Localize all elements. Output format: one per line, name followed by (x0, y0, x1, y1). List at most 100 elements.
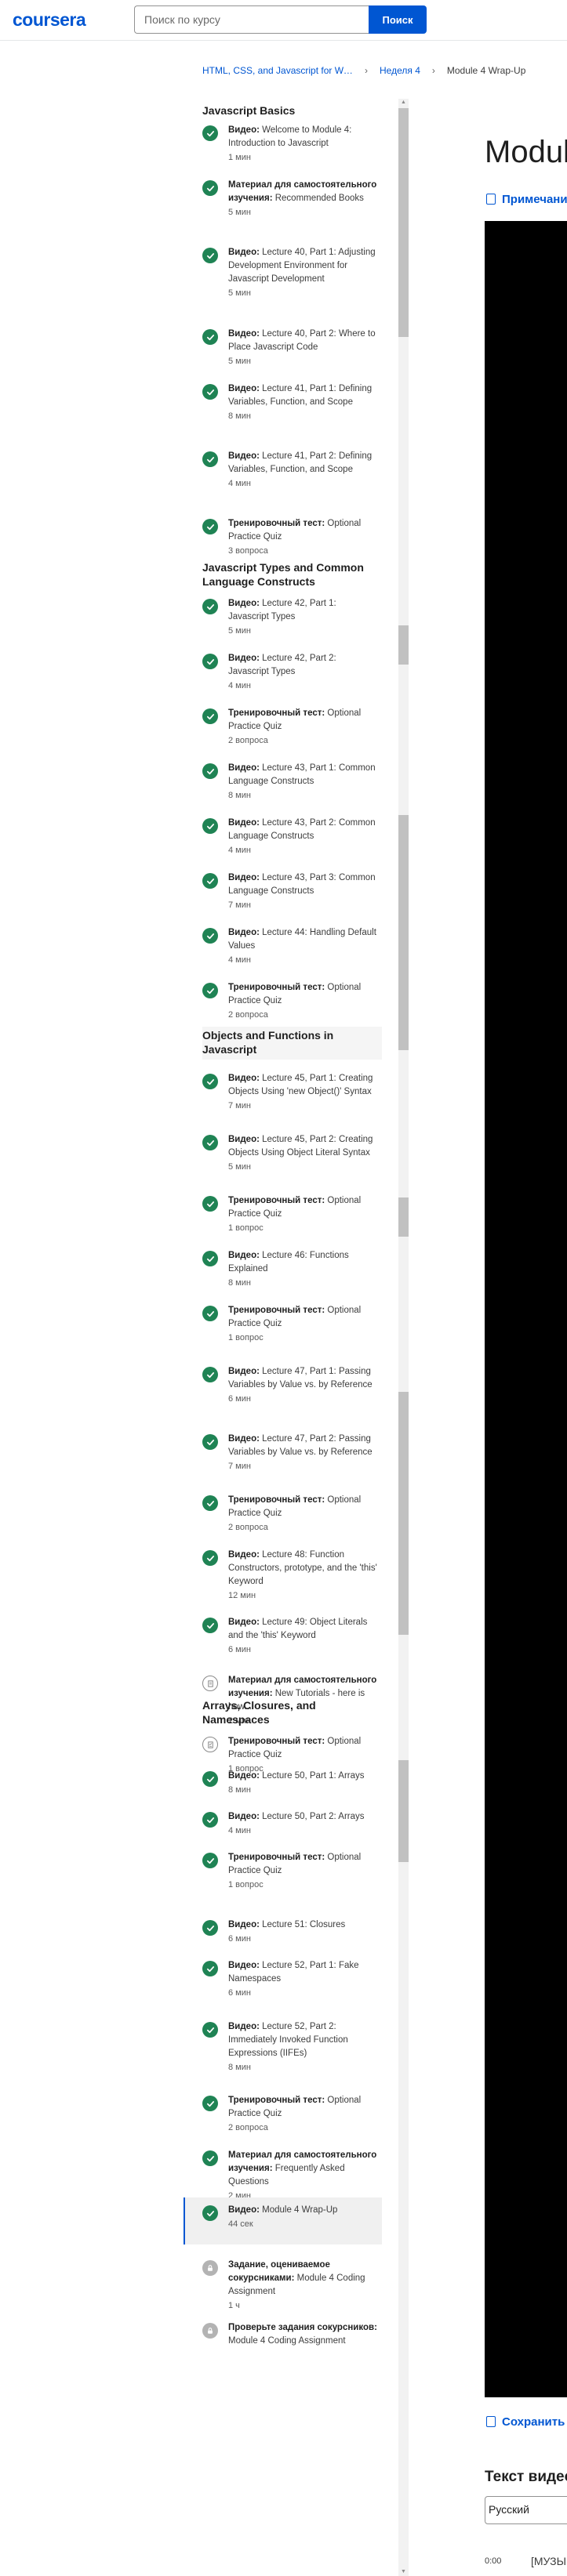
check-circle-icon (202, 1306, 218, 1321)
sidebar-item[interactable]: Видео: Lecture 50, Part 1: Arrays 8 мин (184, 1770, 382, 1809)
item-type: Видео: (228, 329, 260, 339)
scrollbar-thumb[interactable] (398, 625, 409, 665)
sidebar-item[interactable]: Материал для самостоятельного изучения: … (184, 179, 382, 218)
check-circle-icon (202, 1853, 218, 1868)
transcript-title: Текст видео (485, 2469, 567, 2485)
coursera-logo[interactable]: coursera (13, 9, 86, 31)
item-duration: 1 вопрос (228, 1880, 264, 1889)
sidebar-item[interactable]: Тренировочный тест: Optional Practice Qu… (184, 1851, 382, 1890)
scrollbar-thumb[interactable] (398, 1197, 409, 1237)
video-player[interactable] (485, 221, 567, 2397)
item-duration: 7 мин (228, 1462, 251, 1471)
sidebar-item[interactable]: Видео: Lecture 41, Part 2: Defining Vari… (184, 450, 382, 489)
save-note-link[interactable]: Сохранить (486, 2415, 565, 2429)
check-circle-icon (202, 1367, 218, 1382)
sidebar-item[interactable]: Видео: Lecture 43, Part 3: Common Langua… (184, 871, 382, 911)
sidebar-item[interactable]: Видео: Lecture 40, Part 1: Adjusting Dev… (184, 246, 382, 298)
item-type: Видео: (228, 1434, 260, 1444)
item-duration: 12 мин (228, 1591, 256, 1600)
sidebar-item[interactable]: Видео: Lecture 43, Part 1: Common Langua… (184, 762, 382, 801)
item-duration: 5 мин (228, 208, 251, 217)
sidebar-item-label: Тренировочный тест: Optional Practice Qu… (228, 1494, 377, 1520)
sidebar-item[interactable]: Видео: Module 4 Wrap-Up 44 сек (184, 2197, 382, 2244)
sidebar-item[interactable]: Видео: Lecture 44: Handling Default Valu… (184, 926, 382, 966)
transcript-language-select[interactable]: Русский (485, 2496, 567, 2524)
search-button[interactable]: Поиск (369, 5, 427, 34)
header: coursera Поиск (0, 0, 567, 41)
item-type: Видео: (228, 818, 260, 828)
item-duration: 8 мин (228, 411, 251, 421)
sidebar-item[interactable]: Видео: Lecture 52, Part 2: Immediately I… (184, 2020, 382, 2072)
sidebar-item[interactable]: Тренировочный тест: Optional Practice Qu… (184, 707, 382, 746)
sidebar-item[interactable]: Видео: Lecture 50, Part 2: Arrays 4 мин (184, 1810, 382, 1850)
item-type: Видео: (228, 1135, 260, 1144)
scrollbar-thumb[interactable] (398, 1760, 409, 1862)
sidebar-item[interactable]: Тренировочный тест: Optional Practice Qu… (184, 1494, 382, 1533)
scrollbar-thumb[interactable] (398, 815, 409, 1050)
sidebar-item[interactable]: Видео: Lecture 47, Part 1: Passing Varia… (184, 1365, 382, 1404)
search-input[interactable] (134, 5, 369, 34)
sidebar-item[interactable]: Видео: Lecture 42, Part 1: Javascript Ty… (184, 597, 382, 636)
sidebar-item[interactable]: Видео: Welcome to Module 4: Introduction… (184, 124, 382, 163)
sidebar-item-label: Видео: Lecture 45, Part 2: Creating Obje… (228, 1133, 377, 1160)
scroll-down-icon[interactable]: ▼ (398, 2568, 409, 2576)
sidebar-item[interactable]: Материал для самостоятельного изучения: … (184, 2149, 382, 2201)
breadcrumb-current: Module 4 Wrap-Up (446, 65, 526, 76)
sidebar-item[interactable]: Видео: Lecture 45, Part 1: Creating Obje… (184, 1072, 382, 1111)
check-circle-icon (202, 329, 218, 345)
sidebar-item[interactable]: Видео: Lecture 49: Object Literals and t… (184, 1616, 382, 1655)
sidebar-item-label: Видео: Lecture 49: Object Literals and t… (228, 1616, 377, 1643)
sidebar-item[interactable]: Задание, оцениваемое сокурсниками: Modul… (184, 2259, 382, 2310)
sidebar-item-label: Видео: Lecture 42, Part 1: Javascript Ty… (228, 597, 377, 624)
item-duration: 1 ч (228, 2301, 240, 2310)
sidebar-item[interactable]: Видео: Lecture 43, Part 2: Common Langua… (184, 817, 382, 856)
sidebar-item[interactable]: Тренировочный тест: Optional Practice Qu… (184, 1304, 382, 1343)
check-circle-icon (202, 1135, 218, 1150)
sidebar-item[interactable]: Видео: Lecture 40, Part 2: Where to Plac… (184, 328, 382, 367)
sidebar-item[interactable]: Видео: Lecture 41, Part 1: Defining Vari… (184, 382, 382, 422)
breadcrumb-week[interactable]: Неделя 4 (380, 65, 420, 76)
item-type: Тренировочный тест: (228, 983, 325, 992)
sidebar-scrollbar[interactable]: ▲ ▼ (398, 99, 409, 2576)
sidebar-item-label: Тренировочный тест: Optional Practice Qu… (228, 1304, 377, 1331)
item-duration: 5 мин (228, 1162, 251, 1172)
sidebar-item[interactable]: Тренировочный тест: Optional Practice Qu… (184, 981, 382, 1020)
sidebar-section-title: Javascript Basics (202, 104, 296, 117)
check-circle-icon (202, 1618, 218, 1633)
sidebar-item[interactable]: Тренировочный тест: Optional Practice Qu… (184, 517, 382, 556)
sidebar-item[interactable]: Видео: Lecture 46: Functions Explained 8 … (184, 1249, 382, 1288)
sidebar-item-label: Видео: Lecture 43, Part 3: Common Langua… (228, 871, 377, 898)
transcript-timestamp[interactable]: 0:00 (485, 2556, 501, 2566)
item-duration: 1 вопрос (228, 1223, 264, 1233)
lock-icon (202, 2323, 218, 2339)
scroll-up-icon[interactable]: ▲ (398, 99, 409, 107)
sidebar-item[interactable]: Видео: Lecture 51: Closures 6 мин (184, 1918, 382, 1958)
sidebar-item-label: Тренировочный тест: Optional Practice Qu… (228, 2094, 377, 2121)
sidebar-item[interactable]: Видео: Lecture 47, Part 2: Passing Varia… (184, 1433, 382, 1472)
sidebar-item[interactable]: Видео: Lecture 45, Part 2: Creating Obje… (184, 1133, 382, 1172)
sidebar-section-title: Objects and Functions in Javascript (202, 1027, 382, 1060)
sidebar-item[interactable]: Тренировочный тест: Optional Practice Qu… (184, 2094, 382, 2133)
item-type: Видео: (228, 599, 260, 608)
scrollbar-thumb[interactable] (398, 1392, 409, 1635)
sidebar-item[interactable]: Видео: Lecture 52, Part 1: Fake Namespac… (184, 1959, 382, 1998)
item-duration: 4 мин (228, 1826, 251, 1835)
notes-link[interactable]: Примечания (486, 193, 567, 206)
sidebar-item-label: Видео: Module 4 Wrap-Up (228, 2204, 377, 2217)
sidebar-item[interactable]: Видео: Lecture 48: Function Constructors… (184, 1549, 382, 1600)
check-circle-icon (202, 1251, 218, 1266)
sidebar-item[interactable]: Тренировочный тест: Optional Practice Qu… (184, 1194, 382, 1234)
check-circle-icon (202, 2022, 218, 2038)
scrollbar-thumb[interactable] (398, 108, 409, 337)
item-duration: 4 мин (228, 846, 251, 855)
item-type: Тренировочный тест: (228, 708, 325, 718)
sidebar-item-label: Видео: Welcome to Module 4: Introduction… (228, 124, 377, 150)
check-circle-icon (202, 1495, 218, 1511)
breadcrumb-course[interactable]: HTML, CSS, and Javascript for Web Develo… (202, 65, 353, 76)
check-circle-icon (202, 2205, 218, 2221)
check-circle-icon (202, 519, 218, 534)
sidebar-item[interactable]: Тренировочный тест: Optional Practice Qu… (184, 1735, 382, 1774)
transcript-text[interactable]: [МУЗЫКА] (531, 2555, 567, 2567)
sidebar-item[interactable]: Проверьте задания сокурсников: Module 4 … (184, 2321, 382, 2360)
sidebar-item[interactable]: Видео: Lecture 42, Part 2: Javascript Ty… (184, 652, 382, 691)
